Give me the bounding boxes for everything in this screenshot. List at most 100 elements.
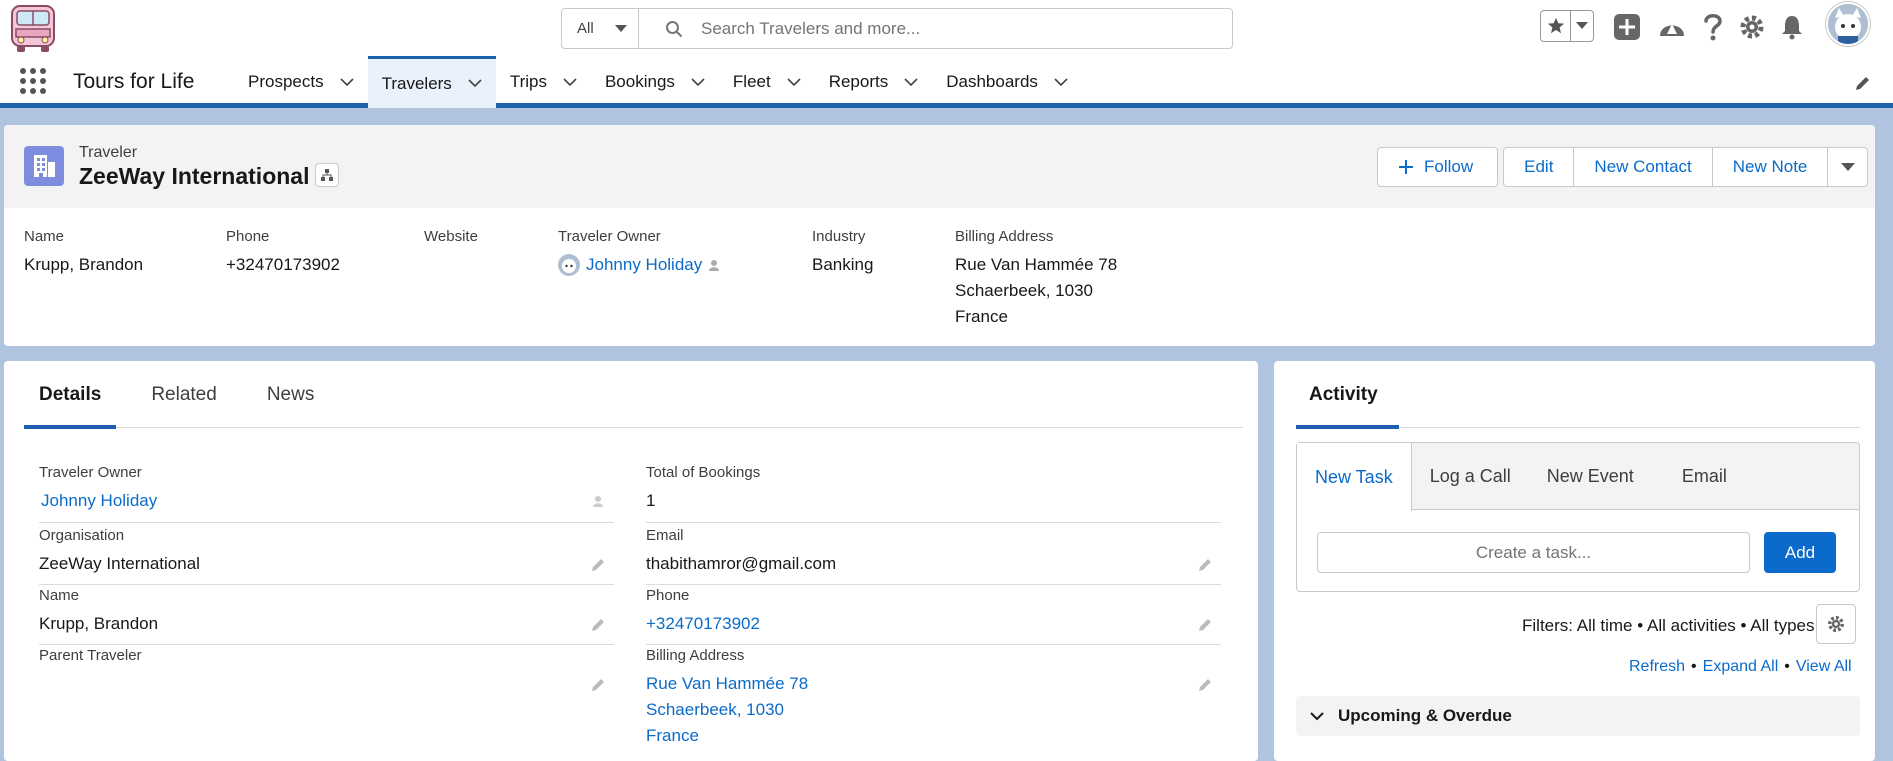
new-note-button[interactable]: New Note: [1712, 147, 1829, 187]
plus-icon: [1399, 160, 1413, 174]
highlight-phone: Phone +32470173902: [226, 228, 340, 278]
field-label: Total of Bookings: [646, 464, 761, 481]
search-scope-dropdown[interactable]: All: [562, 9, 639, 48]
address-line-1[interactable]: Rue Van Hammée 78: [646, 671, 1221, 697]
address-line-3[interactable]: France: [955, 304, 1117, 330]
address-line-2[interactable]: Schaerbeek, 1030: [955, 278, 1117, 304]
highlight-name: Name Krupp, Brandon: [24, 228, 143, 278]
owner-link[interactable]: Johnny Holiday: [586, 252, 702, 278]
chevron-down-icon: [614, 24, 627, 32]
activity-links: Refresh • Expand All • View All: [1629, 658, 1852, 676]
search-input[interactable]: Search Travelers and more...: [701, 19, 920, 39]
filter-settings-button[interactable]: [1816, 604, 1856, 644]
field-label: Billing Address: [646, 647, 745, 664]
tab-details[interactable]: Details: [24, 361, 117, 429]
pencil-icon[interactable]: [590, 617, 606, 633]
nav-item-prospects[interactable]: Prospects: [234, 56, 368, 108]
composer-tabs: New Task Log a Call New Event Email: [1297, 443, 1859, 511]
add-task-button[interactable]: Add: [1764, 532, 1836, 573]
field-traveler-owner: Traveler Owner Johnny Holiday: [39, 464, 614, 523]
activity-card: Activity New Task Log a Call New Event E…: [1274, 361, 1875, 761]
chevron-down-icon[interactable]: [787, 77, 801, 87]
chevron-down-icon[interactable]: [468, 79, 482, 88]
notifications-bell-icon[interactable]: [1780, 14, 1804, 45]
search-icon: [666, 20, 683, 37]
separator-dot: •: [1784, 658, 1790, 675]
highlight-billing-address: Billing Address Rue Van Hammée 78 Schaer…: [955, 228, 1117, 330]
field-label: Website: [424, 228, 478, 245]
upcoming-overdue-section[interactable]: Upcoming & Overdue: [1296, 696, 1860, 736]
gear-icon[interactable]: [1739, 14, 1765, 45]
more-actions-button[interactable]: [1828, 147, 1869, 187]
record-actions: Follow Edit New Contact New Note: [1377, 147, 1869, 187]
nav-items: Prospects Travelers Trips Bookings Fleet…: [234, 56, 1082, 108]
field-name: Name Krupp, Brandon: [39, 587, 614, 645]
field-label: Name: [39, 587, 80, 604]
field-value: 1: [646, 491, 656, 510]
global-header: All Search Travelers and more...: [0, 0, 1893, 56]
field-phone: Phone +32470173902: [646, 587, 1221, 645]
trailhead-icon[interactable]: [1658, 14, 1686, 45]
star-icon[interactable]: [1541, 11, 1571, 41]
phone-link[interactable]: +32470173902: [226, 252, 340, 278]
expand-all-link[interactable]: Expand All: [1703, 658, 1779, 675]
user-avatar[interactable]: [1826, 2, 1870, 46]
chevron-down-icon[interactable]: [1571, 22, 1593, 30]
create-task-input[interactable]: Create a task...: [1317, 532, 1750, 573]
view-hierarchy-button[interactable]: [315, 163, 339, 187]
pencil-icon[interactable]: [1197, 677, 1213, 693]
change-owner-icon[interactable]: [708, 258, 722, 272]
nav-item-bookings[interactable]: Bookings: [591, 56, 719, 108]
chevron-down-icon: [1310, 711, 1324, 720]
edit-nav-pencil-icon[interactable]: [1854, 74, 1872, 97]
field-label: Organisation: [39, 527, 125, 544]
help-icon[interactable]: [1702, 12, 1724, 47]
field-label: Traveler Owner: [39, 464, 142, 481]
app-logo-bus-icon[interactable]: [8, 2, 58, 54]
tab-news[interactable]: News: [252, 361, 330, 428]
pencil-icon[interactable]: [590, 557, 606, 573]
chevron-down-icon[interactable]: [691, 77, 705, 87]
nav-item-fleet[interactable]: Fleet: [719, 56, 815, 108]
edit-button[interactable]: Edit: [1503, 147, 1575, 187]
address-line-3[interactable]: France: [646, 723, 1221, 749]
tab-activity[interactable]: Activity: [1296, 361, 1399, 429]
tab-email[interactable]: Email: [1652, 443, 1745, 510]
pencil-icon[interactable]: [1197, 557, 1213, 573]
tab-log-a-call[interactable]: Log a Call: [1412, 443, 1529, 510]
nav-item-trips[interactable]: Trips: [496, 56, 591, 108]
record-header-top: Traveler ZeeWay International Follow Edi…: [4, 125, 1875, 208]
chevron-down-icon[interactable]: [340, 77, 354, 87]
chevron-down-icon[interactable]: [904, 77, 918, 87]
tab-related[interactable]: Related: [136, 361, 232, 428]
chevron-down-icon[interactable]: [1054, 77, 1068, 87]
tab-new-task[interactable]: New Task: [1297, 443, 1412, 511]
change-owner-icon[interactable]: [592, 494, 606, 508]
pencil-icon[interactable]: [1197, 617, 1213, 633]
field-label: Industry: [812, 228, 866, 245]
tab-new-event[interactable]: New Event: [1529, 443, 1652, 510]
nav-item-label: Dashboards: [946, 72, 1038, 91]
new-contact-button[interactable]: New Contact: [1574, 147, 1713, 187]
global-create-icon[interactable]: [1613, 13, 1641, 46]
nav-item-dashboards[interactable]: Dashboards: [932, 56, 1082, 108]
owner-link[interactable]: Johnny Holiday: [41, 488, 614, 514]
field-value: thabithamror@gmail.com: [646, 554, 837, 573]
field-label: Phone: [646, 587, 690, 604]
favorites-button[interactable]: [1540, 10, 1594, 42]
app-launcher-icon[interactable]: [20, 68, 46, 94]
phone-link[interactable]: +32470173902: [646, 611, 1221, 637]
pencil-icon[interactable]: [590, 677, 606, 693]
nav-item-travelers[interactable]: Travelers: [367, 56, 496, 108]
field-value: ZeeWay International: [39, 554, 200, 573]
activity-composer: New Task Log a Call New Event Email Crea…: [1296, 442, 1860, 592]
follow-button[interactable]: Follow: [1377, 147, 1499, 187]
address-line-2[interactable]: Schaerbeek, 1030: [646, 697, 1221, 723]
address-line-1[interactable]: Rue Van Hammée 78: [955, 252, 1117, 278]
refresh-link[interactable]: Refresh: [1629, 658, 1685, 675]
field-value: Krupp, Brandon: [39, 614, 159, 633]
nav-item-label: Travelers: [381, 73, 452, 93]
nav-item-reports[interactable]: Reports: [815, 56, 933, 108]
view-all-link[interactable]: View All: [1796, 658, 1852, 675]
chevron-down-icon[interactable]: [563, 77, 577, 87]
